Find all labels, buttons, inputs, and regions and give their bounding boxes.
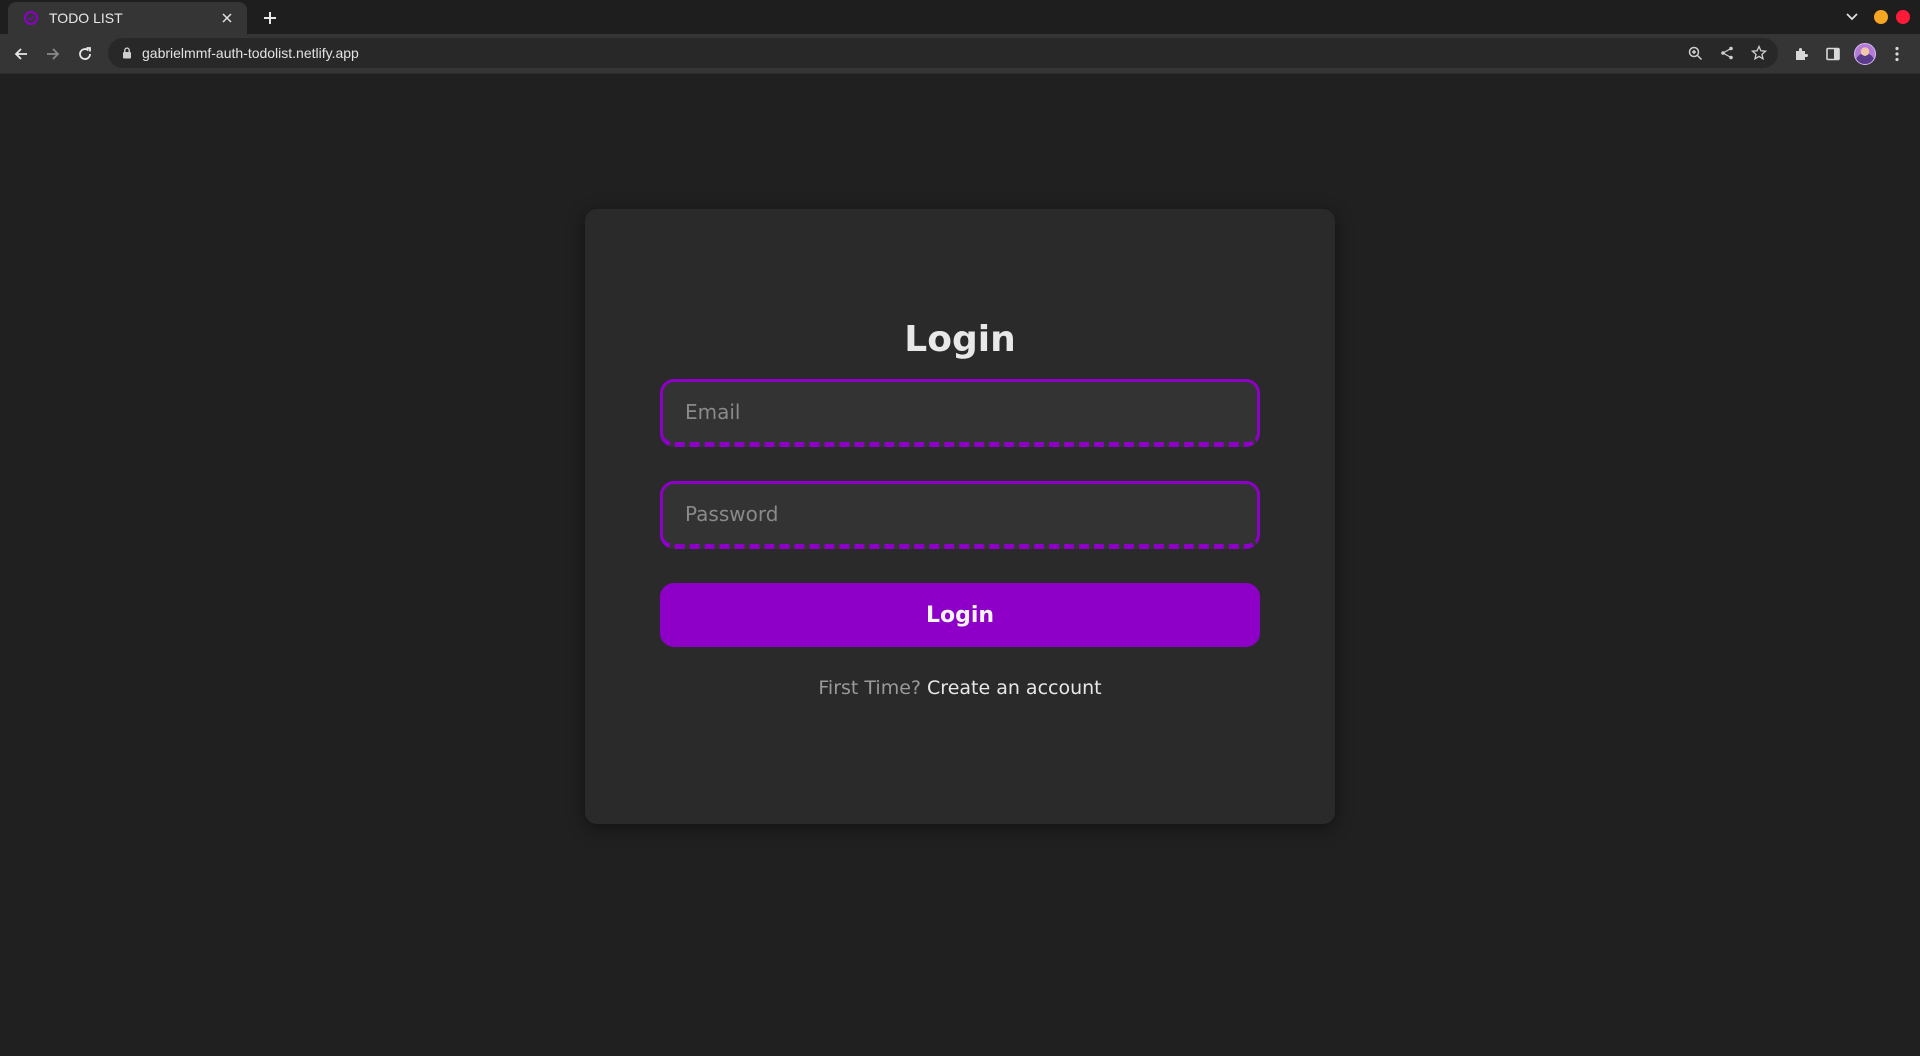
chevron-down-icon [1846, 13, 1858, 21]
zoom-icon[interactable] [1682, 40, 1708, 66]
page-title: Login [904, 319, 1016, 360]
url-text[interactable]: gabrielmmf-auth-todolist.netlify.app [142, 45, 1682, 61]
close-window-button[interactable] [1896, 10, 1910, 24]
bookmark-star-icon[interactable] [1746, 40, 1772, 66]
login-button[interactable]: Login [660, 583, 1260, 647]
page-body: Login Login First Time? Create an accoun… [0, 75, 1920, 1056]
close-icon[interactable] [219, 10, 235, 26]
forward-button[interactable] [40, 41, 66, 67]
arrow-left-icon [14, 48, 27, 60]
address-bar[interactable]: gabrielmmf-auth-todolist.netlify.app [108, 38, 1778, 68]
create-account-link[interactable]: Create an account [927, 677, 1102, 699]
browser-tabstrip: TODO LIST [0, 0, 1920, 34]
new-tab-button[interactable] [258, 6, 282, 30]
check-circle-icon [24, 11, 38, 25]
arrow-right-icon [47, 48, 60, 60]
password-field[interactable] [660, 481, 1260, 549]
back-button[interactable] [8, 41, 34, 67]
reload-icon [79, 47, 91, 60]
avatar [1854, 43, 1876, 65]
extensions-icon[interactable] [1788, 41, 1814, 67]
profile-avatar[interactable] [1852, 41, 1878, 67]
login-card: Login Login First Time? Create an accoun… [585, 209, 1335, 824]
browser-tab[interactable]: TODO LIST [8, 2, 247, 34]
tab-search-button[interactable] [1840, 7, 1864, 27]
side-panel-icon[interactable] [1820, 41, 1846, 67]
browser-toolbar: gabrielmmf-auth-todolist.netlify.app [0, 34, 1920, 74]
tab-title: TODO LIST [49, 10, 123, 26]
minimize-window-button[interactable] [1874, 10, 1888, 24]
share-icon[interactable] [1714, 40, 1740, 66]
email-field[interactable] [660, 379, 1260, 447]
reload-button[interactable] [72, 41, 98, 67]
plus-icon [264, 12, 276, 24]
signup-prompt: First Time? [818, 677, 921, 699]
lock-icon[interactable] [120, 46, 134, 60]
signup-line: First Time? Create an account [585, 677, 1335, 699]
kebab-menu-icon[interactable] [1884, 41, 1910, 67]
